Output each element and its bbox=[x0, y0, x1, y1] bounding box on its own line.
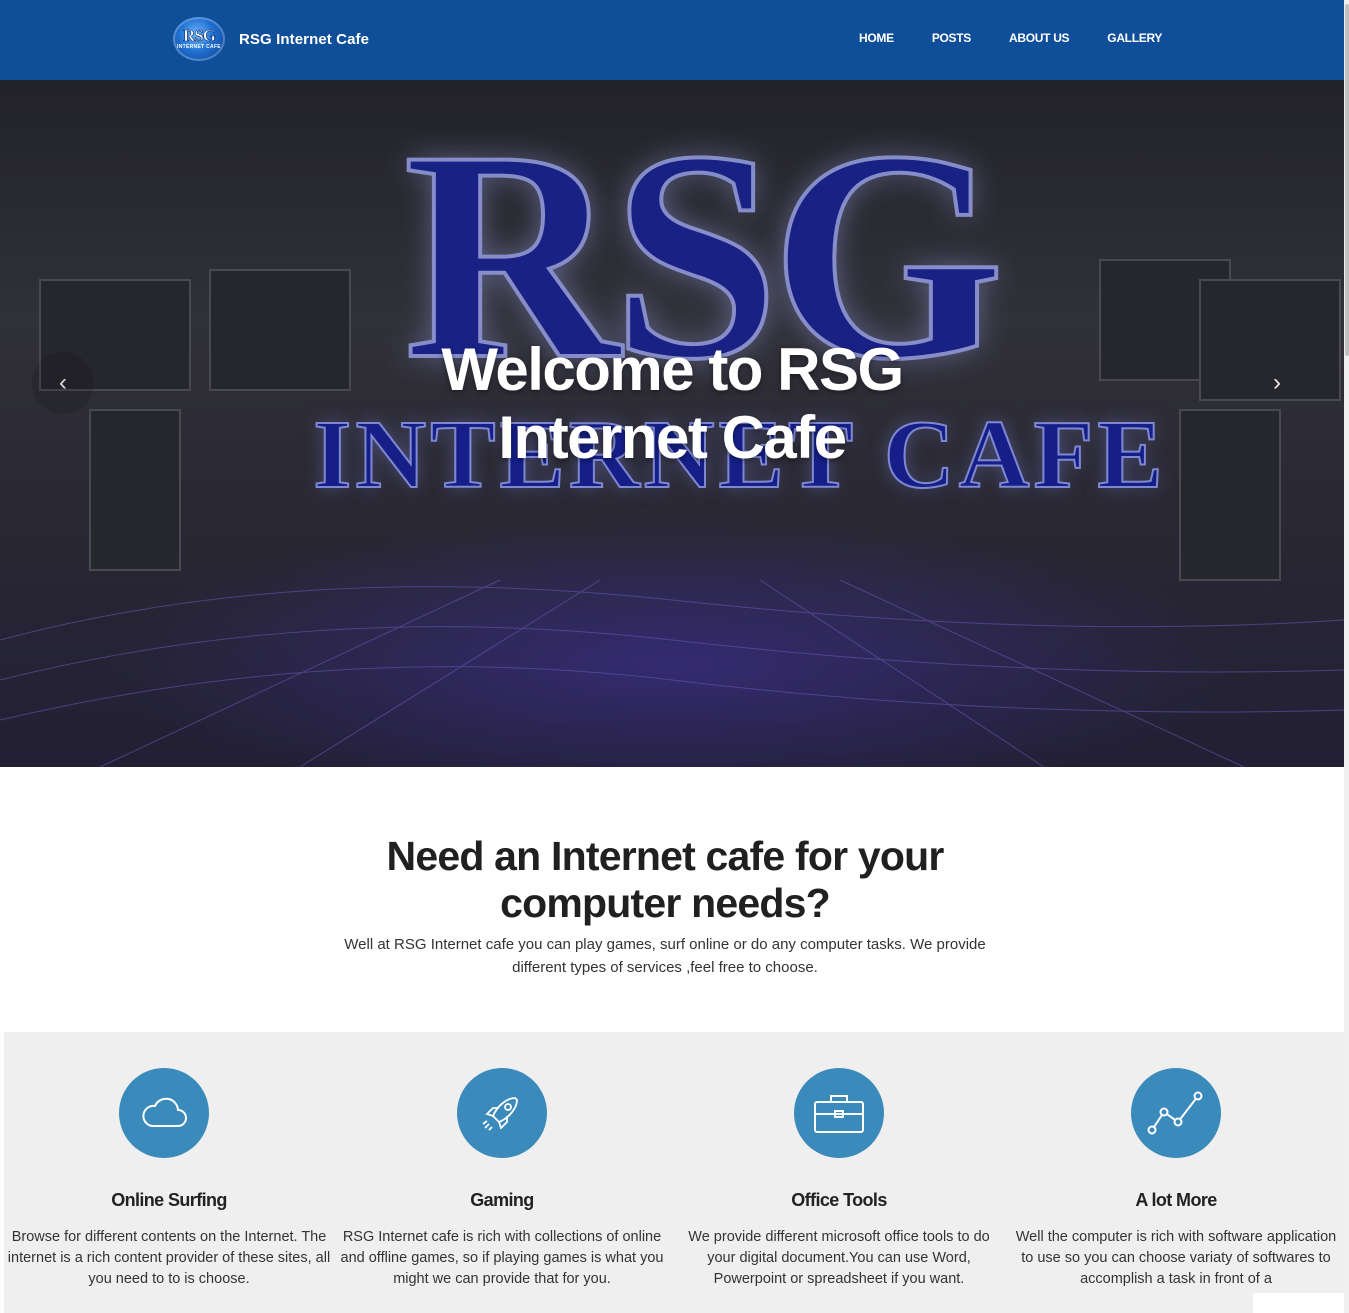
service-desc: Browse for different contents on the Int… bbox=[7, 1229, 331, 1287]
service-title: Gaming bbox=[470, 1190, 534, 1210]
carousel-prev-button[interactable]: ‹ bbox=[32, 352, 94, 414]
cloud-icon bbox=[119, 1068, 209, 1158]
intro-text: Well at RSG Internet cafe you can play g… bbox=[344, 936, 986, 976]
service-desc: RSG Internet cafe is rich with collectio… bbox=[340, 1229, 664, 1287]
service-title: A lot More bbox=[1135, 1190, 1217, 1210]
page-gutter bbox=[1253, 1293, 1349, 1313]
chevron-right-icon: › bbox=[1273, 369, 1281, 396]
main-nav: HOME POSTS ABOUT US GALLERY bbox=[859, 31, 1162, 45]
service-title: Online Surfing bbox=[111, 1190, 227, 1210]
nav-home-link[interactable]: HOME bbox=[859, 31, 894, 45]
briefcase-icon bbox=[794, 1068, 884, 1158]
service-title: Office Tools bbox=[791, 1190, 887, 1210]
carousel-next-button[interactable]: › bbox=[1246, 352, 1308, 414]
nav-posts-link[interactable]: POSTS bbox=[932, 31, 971, 45]
line-chart-icon bbox=[1131, 1068, 1221, 1158]
hero-title-line1: Welcome to RSG bbox=[441, 336, 904, 403]
service-desc: We provide different microsoft office to… bbox=[688, 1229, 990, 1287]
page-scrollbar-thumb[interactable] bbox=[1345, 4, 1349, 356]
intro-title-line1: Need an Internet cafe for your bbox=[386, 833, 945, 879]
hero-title: Welcome to RSG Internet Cafe bbox=[372, 336, 972, 472]
services-section: Online Surfing Browse for different cont… bbox=[4, 1032, 1344, 1313]
brand-name[interactable]: RSG Internet Cafe bbox=[239, 31, 369, 48]
service-desc: Well the computer is rich with software … bbox=[1015, 1229, 1337, 1287]
hero-title-line2: Internet Cafe bbox=[498, 404, 847, 471]
rocket-icon bbox=[457, 1068, 547, 1158]
brand-logo-subtext: INTERNET CAFE bbox=[177, 44, 221, 50]
intro-title-line2: computer needs? bbox=[500, 880, 831, 926]
chevron-left-icon: ‹ bbox=[59, 369, 67, 396]
page-gutter bbox=[0, 1257, 4, 1313]
hero-carousel: RSG INTERNET CAFE Welcome to RSG Interne… bbox=[0, 80, 1344, 767]
nav-gallery-link[interactable]: GALLERY bbox=[1107, 31, 1162, 45]
nav-about-link[interactable]: ABOUT US bbox=[1009, 31, 1070, 45]
brand-logo: RSG INTERNET CAFE bbox=[173, 17, 225, 61]
brand-logo-text: RSG bbox=[183, 26, 217, 45]
navbar: RSG INTERNET CAFE RSG Internet Cafe HOME… bbox=[0, 0, 1344, 80]
brand-link[interactable]: RSG INTERNET CAFE RSG Internet Cafe bbox=[173, 17, 369, 61]
intro-title: Need an Internet cafe for your computer … bbox=[340, 833, 990, 927]
